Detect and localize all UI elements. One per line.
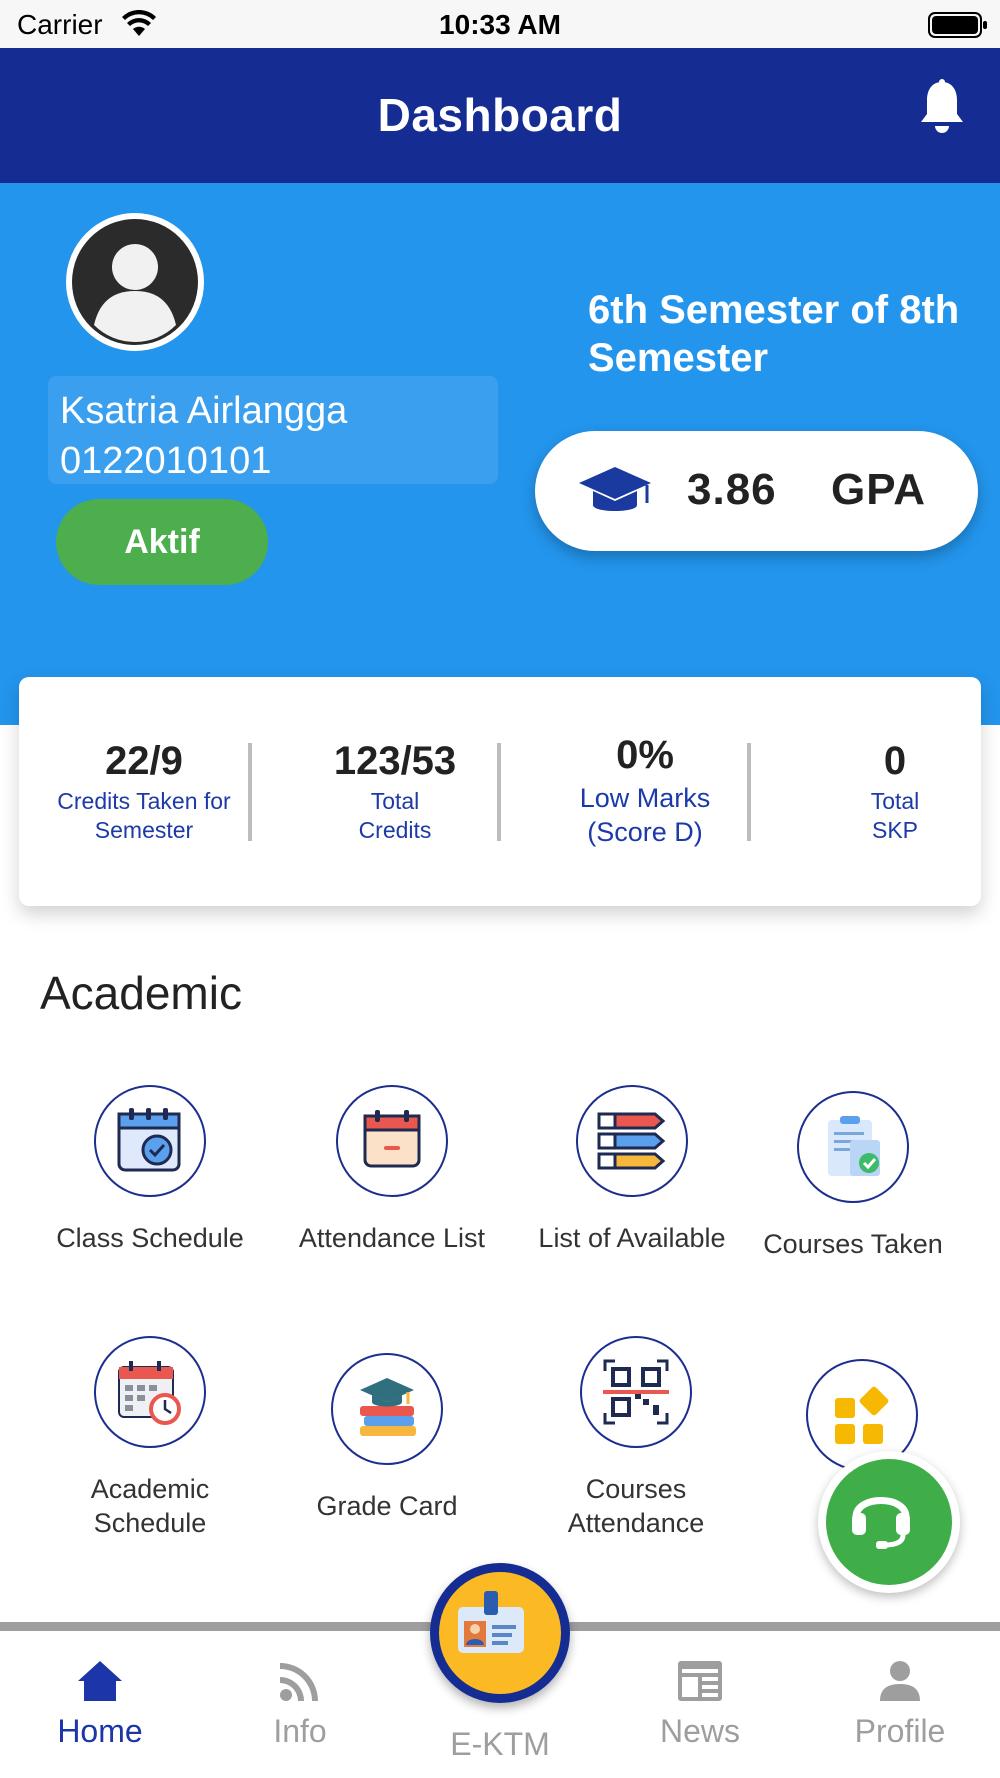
menu-label: Class Schedule <box>56 1223 244 1253</box>
app-header: Dashboard <box>0 48 1000 183</box>
newspaper-icon <box>678 1661 722 1701</box>
page-title: Dashboard <box>377 89 623 141</box>
status-bar: Carrier 10:33 AM <box>0 0 1000 48</box>
home-icon <box>78 1661 122 1701</box>
gpa-label: GPA <box>831 465 927 514</box>
stat-value: 0 <box>883 739 907 783</box>
clock: 10:33 AM <box>439 9 561 40</box>
semester-info: 6th Semester of 8th Semester <box>588 288 960 380</box>
person-icon <box>880 1661 920 1701</box>
stat-value: 123/53 <box>333 739 457 783</box>
menu-icon-circle <box>797 1091 909 1203</box>
menu-list-of-available[interactable]: List of Available <box>522 1085 742 1255</box>
nav-news[interactable]: News <box>620 1657 780 1750</box>
menu-label: Courses Taken <box>763 1229 943 1259</box>
menu-label: Courses Attendance <box>567 1474 705 1538</box>
stat-low-marks: 0% Low Marks (Score D) <box>530 677 760 906</box>
stats-card: 22/9 Credits Taken for Semester 123/53 T… <box>19 677 981 906</box>
student-id: 0122010101 <box>60 440 272 482</box>
avatar[interactable] <box>66 213 204 351</box>
nav-label: Home <box>57 1713 143 1749</box>
calendar-icon <box>363 1110 421 1168</box>
id-card-icon <box>458 1591 524 1653</box>
ektm-button[interactable] <box>430 1563 570 1703</box>
stat-divider <box>497 743 501 841</box>
section-title-academic: Academic <box>40 967 242 1019</box>
menu-courses-attendance[interactable]: Courses Attendance <box>526 1336 746 1540</box>
qr-code-icon <box>603 1359 669 1425</box>
stat-label: Low Marks (Score D) <box>579 783 711 847</box>
graduation-cap-icon <box>579 467 651 511</box>
books-graduation-icon <box>360 1378 416 1436</box>
nav-label: News <box>659 1713 740 1749</box>
nav-label-ektm[interactable]: E-KTM <box>420 1726 580 1763</box>
gpa-value: 3.86 <box>687 465 777 514</box>
menu-icon-circle <box>94 1085 206 1197</box>
support-button[interactable] <box>818 1451 960 1593</box>
menu-icon-circle <box>336 1085 448 1197</box>
menu-courses-taken[interactable]: Courses Taken <box>743 1091 963 1261</box>
nav-label: Profile <box>854 1713 946 1749</box>
status-badge[interactable]: Aktif <box>56 499 268 585</box>
nav-info[interactable]: Info <box>220 1657 380 1750</box>
nav-label: Info <box>273 1713 327 1749</box>
stat-divider <box>248 743 252 841</box>
stat-label: Total SKP <box>870 788 920 843</box>
menu-label: List of Available <box>538 1223 726 1253</box>
nav-home[interactable]: Home <box>20 1657 180 1750</box>
profile-hero: Ksatria Airlangga 0122010101 Aktif 6th S… <box>0 183 1000 725</box>
clipboard-check-icon <box>828 1116 880 1176</box>
student-info: Ksatria Airlangga 0122010101 <box>48 376 498 484</box>
user-avatar-icon <box>72 219 198 345</box>
menu-attendance-list[interactable]: Attendance List <box>282 1085 502 1255</box>
menu-grade-card[interactable]: Grade Card <box>277 1353 497 1523</box>
menu-label: Attendance List <box>298 1223 486 1253</box>
menu-class-schedule[interactable]: Class Schedule <box>40 1085 260 1255</box>
menu-label: Grade Card <box>316 1491 458 1521</box>
menu-icon-circle <box>331 1353 443 1465</box>
menu-icon-circle <box>580 1336 692 1448</box>
nav-profile[interactable]: Profile <box>820 1657 980 1750</box>
calendar-check-icon <box>117 1108 181 1172</box>
menu-icon-circle <box>576 1085 688 1197</box>
rss-icon <box>280 1663 318 1701</box>
stat-divider <box>747 743 751 841</box>
gpa-card[interactable]: 3.86 GPA <box>535 431 978 551</box>
stat-total-skp: 0 Total SKP <box>780 677 1000 906</box>
battery-icon <box>928 12 987 38</box>
stat-label: Total Credits <box>358 788 432 843</box>
calendar-clock-icon <box>118 1361 181 1425</box>
stat-value: 0% <box>616 733 674 777</box>
menu-academic-schedule[interactable]: Academic Schedule <box>40 1336 260 1540</box>
stat-credits-semester: 22/9 Credits Taken for Semester <box>29 677 259 906</box>
bell-icon[interactable] <box>918 78 966 136</box>
headset-icon <box>852 1497 910 1549</box>
stat-label: Credits Taken for Semester <box>57 788 231 843</box>
stat-total-credits: 123/53 Total Credits <box>280 677 510 906</box>
menu-icon-circle <box>94 1336 206 1448</box>
student-name: Ksatria Airlangga <box>60 390 348 432</box>
stat-value: 22/9 <box>105 739 183 783</box>
menu-label: Academic Schedule <box>90 1474 210 1538</box>
numbered-list-icon <box>597 1112 666 1170</box>
apps-grid-icon <box>835 1386 889 1444</box>
